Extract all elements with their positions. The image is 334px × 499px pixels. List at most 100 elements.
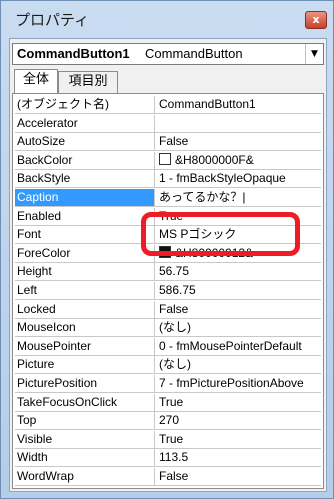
- property-value-text: あってるかな？|: [159, 190, 246, 204]
- property-value[interactable]: 1 - fmBackStyleOpaque: [156, 170, 321, 187]
- property-value[interactable]: False: [156, 133, 321, 150]
- property-name: BackStyle: [15, 170, 155, 188]
- property-value[interactable]: (なし): [156, 319, 321, 336]
- property-name: Left: [15, 282, 155, 299]
- property-value-text: False: [159, 301, 189, 316]
- property-value-text: &H8000000F&: [175, 152, 254, 167]
- property-value[interactable]: 56.75: [156, 263, 321, 280]
- property-name: Height: [15, 263, 155, 281]
- property-row[interactable]: Enabled True: [15, 207, 321, 226]
- properties-panel: CommandButton1 CommandButton ▼ 全体 項目別 (オ…: [9, 38, 327, 492]
- window-title: プロパティ: [15, 11, 90, 29]
- property-value-text: True: [159, 394, 184, 409]
- color-swatch-icon: [159, 152, 171, 165]
- property-value[interactable]: &H8000000F&: [156, 152, 321, 169]
- property-value[interactable]: MS Pゴシック: [156, 226, 321, 243]
- property-grid: (オブジェクト名) CommandButton1 Accelerator AutoSi…: [12, 93, 324, 489]
- property-name: Width: [15, 449, 155, 467]
- property-name: Locked: [15, 300, 155, 318]
- property-row[interactable]: TakeFocusOnClick True: [15, 393, 321, 412]
- property-row[interactable]: PicturePosition 7 - fmPicturePositionAbov…: [15, 375, 321, 393]
- property-value-text: CommandButton1: [159, 97, 256, 111]
- property-value-text: False: [159, 469, 189, 483]
- property-value[interactable]: 270: [156, 412, 321, 429]
- property-row[interactable]: AutoSize False: [15, 133, 321, 152]
- property-value[interactable]: True: [156, 208, 321, 225]
- close-icon: x: [312, 13, 320, 26]
- property-value[interactable]: True: [156, 431, 321, 448]
- property-value-text: True: [159, 431, 184, 446]
- property-row[interactable]: WordWrap False: [15, 468, 321, 486]
- property-row[interactable]: BackStyle 1 - fmBackStyleOpaque: [15, 170, 321, 189]
- property-row[interactable]: Width 113.5: [15, 449, 321, 468]
- property-name: BackColor: [15, 151, 155, 169]
- property-row[interactable]: Visible True: [15, 430, 321, 449]
- property-value-text: True: [159, 208, 184, 223]
- property-value[interactable]: (なし): [156, 356, 321, 373]
- property-name: Enabled: [15, 207, 155, 225]
- property-value-text: 113.5: [159, 450, 189, 465]
- property-row[interactable]: Top 270: [15, 412, 321, 431]
- property-row[interactable]: Locked False: [15, 300, 321, 319]
- close-button[interactable]: x: [305, 11, 327, 29]
- property-name: Picture: [15, 356, 155, 374]
- property-name: MouseIcon: [15, 319, 155, 337]
- property-value-text: (なし): [159, 320, 191, 335]
- property-name: Visible: [15, 430, 155, 448]
- property-row[interactable]: Accelerator: [15, 114, 321, 133]
- property-value-text: False: [159, 134, 189, 149]
- property-row[interactable]: BackColor &H8000000F&: [15, 151, 321, 170]
- property-value[interactable]: False: [156, 301, 321, 318]
- property-value[interactable]: 7 - fmPicturePositionAbove: [156, 375, 321, 392]
- title-bar[interactable]: プロパティ x: [1, 1, 333, 37]
- property-name: Font: [15, 226, 155, 244]
- property-value-text: (なし): [159, 357, 191, 372]
- property-row[interactable]: Height 56.75: [15, 263, 321, 282]
- property-value-text: 56.75: [159, 264, 190, 279]
- tab-categorized[interactable]: 項目別: [58, 71, 118, 93]
- property-value-text: 7 - fmPicturePositionAbove: [159, 376, 304, 390]
- property-name: PicturePosition: [15, 375, 155, 392]
- property-value-text: 586.75: [159, 283, 196, 297]
- property-value[interactable]: False: [156, 468, 321, 485]
- color-swatch-icon: [159, 245, 171, 258]
- property-value[interactable]: CommandButton1: [156, 96, 321, 113]
- property-value[interactable]: 113.5: [156, 449, 321, 466]
- property-row[interactable]: MousePointer 0 - fmMousePointerDefault: [15, 337, 321, 356]
- property-name: WordWrap: [15, 468, 155, 485]
- property-value-text: 0 - fmMousePointerDefault: [159, 338, 302, 353]
- property-row[interactable]: ForeColor &H80000012&: [15, 244, 321, 263]
- property-value[interactable]: [156, 115, 321, 132]
- chevron-down-icon[interactable]: ▼: [305, 44, 323, 64]
- object-type: CommandButton: [145, 46, 243, 61]
- property-name: TakeFocusOnClick: [15, 393, 155, 411]
- property-value-text: 270: [159, 413, 180, 428]
- property-name: Caption: [15, 189, 155, 206]
- property-name: MousePointer: [15, 337, 155, 355]
- property-name: ForeColor: [15, 244, 155, 262]
- property-row[interactable]: Left 586.75: [15, 282, 321, 300]
- property-row[interactable]: Picture (なし): [15, 356, 321, 375]
- properties-window: プロパティ x CommandButton1 CommandButton ▼ 全…: [0, 0, 334, 499]
- property-value-text: MS Pゴシック: [159, 227, 237, 242]
- object-selector-dropdown[interactable]: CommandButton1 CommandButton ▼: [12, 43, 324, 65]
- tab-label: 項目別: [68, 74, 108, 89]
- property-row[interactable]: Font MS Pゴシック: [15, 226, 321, 245]
- property-row[interactable]: MouseIcon (なし): [15, 319, 321, 338]
- property-row[interactable]: (オブジェクト名) CommandButton1: [15, 96, 321, 114]
- property-name: Accelerator: [15, 114, 155, 132]
- object-name: CommandButton1: [17, 46, 130, 61]
- property-value[interactable]: True: [156, 394, 321, 411]
- property-value[interactable]: 0 - fmMousePointerDefault: [156, 338, 321, 355]
- property-value[interactable]: 586.75: [156, 282, 321, 299]
- property-value[interactable]: あってるかな？|: [156, 189, 321, 206]
- property-value-text: 1 - fmBackStyleOpaque: [159, 171, 286, 186]
- tab-label: 全体: [22, 72, 49, 87]
- property-name: AutoSize: [15, 133, 155, 151]
- property-row[interactable]: Caption あってるかな？|: [15, 189, 321, 207]
- property-value[interactable]: &H80000012&: [156, 245, 321, 262]
- property-name: Top: [15, 412, 155, 430]
- property-value-text: &H80000012&: [175, 245, 254, 260]
- tab-alphabetic[interactable]: 全体: [14, 69, 58, 93]
- property-name: (オブジェクト名): [15, 96, 155, 113]
